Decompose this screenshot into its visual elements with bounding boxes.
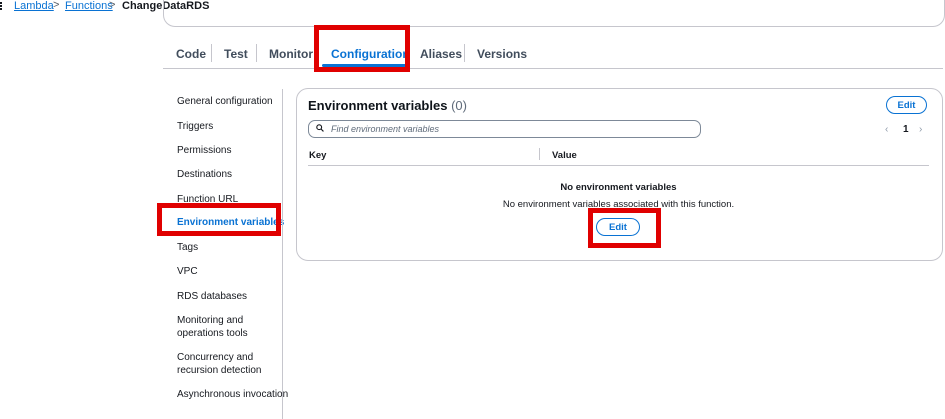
tab-divider	[464, 44, 465, 62]
edit-button[interactable]: Edit	[886, 96, 927, 114]
column-header-key[interactable]: Key	[309, 150, 326, 161]
breadcrumb-functions[interactable]: Functions	[65, 0, 113, 12]
menu-icon[interactable]	[0, 2, 5, 10]
nav-permissions[interactable]: Permissions	[177, 144, 231, 157]
nav-triggers[interactable]: Triggers	[177, 120, 213, 133]
tab-test[interactable]: Test	[224, 47, 248, 61]
panel-title: Environment variables (0)	[308, 98, 467, 113]
panel-title-text: Environment variables	[308, 98, 448, 113]
chevron-right-icon[interactable]: ›	[919, 124, 922, 135]
search-placeholder: Find environment variables	[331, 124, 440, 134]
nav-rds-databases[interactable]: RDS databases	[177, 290, 247, 303]
empty-state-title: No environment variables	[560, 182, 677, 193]
function-overview-panel	[163, 0, 945, 27]
breadcrumb-lambda[interactable]: Lambda	[14, 0, 54, 12]
chevron-left-icon[interactable]: ‹	[885, 124, 888, 135]
nav-destinations[interactable]: Destinations	[177, 168, 232, 181]
page-number[interactable]: 1	[903, 124, 909, 135]
breadcrumb-separator: >	[53, 0, 60, 11]
highlight-configuration-tab	[314, 25, 410, 72]
tab-divider	[211, 44, 212, 62]
variable-count: (0)	[451, 98, 467, 113]
nav-monitoring-operations[interactable]: Monitoring and operations tools	[177, 314, 248, 340]
tabs-divider	[163, 68, 943, 69]
nav-concurrency-recursion[interactable]: Concurrency and recursion detection	[177, 351, 262, 377]
tab-code[interactable]: Code	[176, 47, 206, 61]
highlight-environment-variables-nav	[157, 203, 281, 236]
tab-divider	[256, 44, 257, 62]
nav-divider	[282, 89, 283, 419]
nav-general-configuration[interactable]: General configuration	[177, 95, 273, 108]
nav-asynchronous-invocation[interactable]: Asynchronous invocation	[177, 388, 288, 401]
column-header-value[interactable]: Value	[552, 150, 577, 161]
table-header-divider	[308, 165, 929, 166]
search-icon	[316, 124, 324, 132]
nav-tags[interactable]: Tags	[177, 241, 198, 254]
tab-versions[interactable]: Versions	[477, 47, 527, 61]
breadcrumb-separator: >	[109, 0, 116, 11]
highlight-edit-button	[588, 208, 661, 248]
column-divider	[539, 148, 540, 160]
tab-monitor[interactable]: Monitor	[269, 47, 313, 61]
tab-aliases[interactable]: Aliases	[420, 47, 462, 61]
nav-vpc[interactable]: VPC	[177, 265, 198, 278]
